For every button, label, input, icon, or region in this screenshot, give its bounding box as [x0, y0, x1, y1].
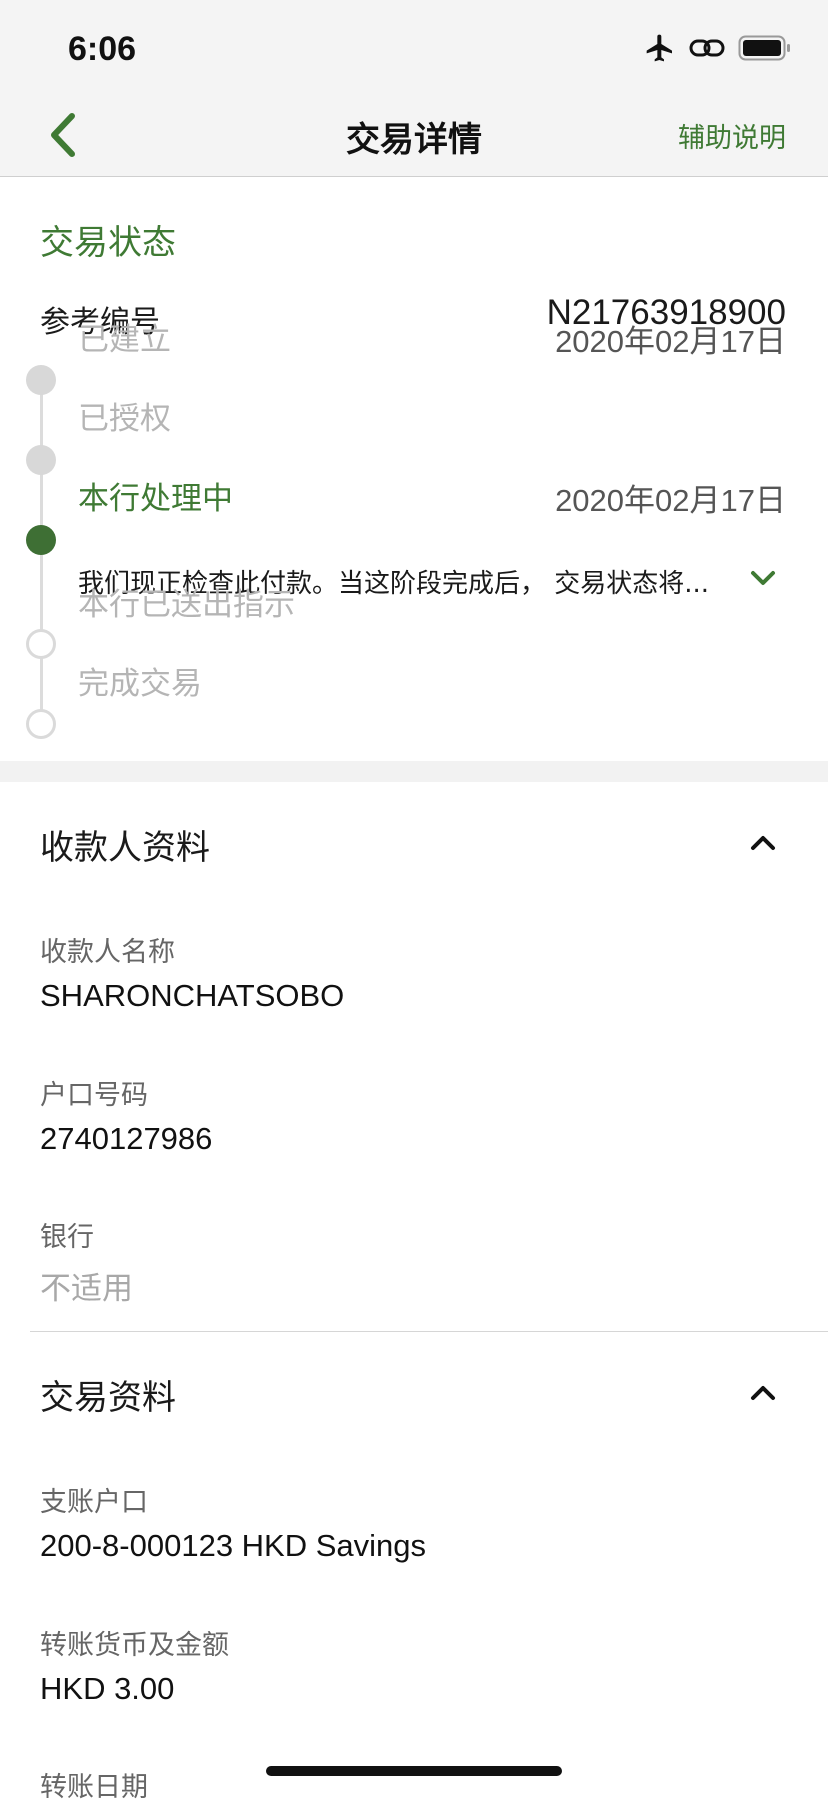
- debit-account-label: 支账户口: [40, 1487, 148, 1518]
- status-bar: 6:06: [0, 0, 828, 96]
- section-heading: 交易状态: [40, 223, 176, 263]
- timeline-dot-authorized: [26, 445, 56, 475]
- divider: [30, 1331, 828, 1332]
- timeline-dot-processing: [26, 525, 56, 555]
- payee-section-heading: 收款人资料: [40, 828, 210, 868]
- transaction-collapse-button[interactable]: [748, 1382, 778, 1404]
- step-date-processing: 2020年02月17日: [555, 483, 786, 518]
- bank-label: 银行: [40, 1222, 94, 1253]
- timeline-dot-sent: [26, 629, 56, 659]
- airplane-icon: [646, 34, 672, 62]
- home-indicator: [266, 1766, 562, 1776]
- step-label-processing: 本行处理中: [78, 481, 233, 517]
- step-label-authorized: 已授权: [78, 401, 171, 437]
- chevron-up-icon: [751, 836, 775, 850]
- timeline-line: [40, 382, 43, 732]
- timeline-dot-created: [26, 365, 56, 395]
- battery-icon: [738, 35, 790, 61]
- transfer-date-label: 转账日期: [40, 1772, 148, 1803]
- payee-collapse-button[interactable]: [748, 832, 778, 854]
- account-number-value: 2740127986: [40, 1121, 213, 1156]
- timeline-dot-completed: [26, 709, 56, 739]
- step-label-completed: 完成交易: [78, 666, 202, 702]
- help-button[interactable]: 辅助说明: [678, 116, 786, 155]
- step-label-created: 已建立: [78, 322, 171, 358]
- status-time: 6:06: [68, 30, 137, 68]
- chevron-up-icon: [751, 1386, 775, 1400]
- chevron-down-icon: [751, 571, 775, 585]
- step-date-created: 2020年02月17日: [555, 324, 786, 359]
- nav-bar: 交易详情 辅助说明: [0, 96, 828, 177]
- currency-amount-label: 转账货币及金额: [40, 1630, 229, 1661]
- transaction-status-section: 交易状态 参考编号 N21763918900 已建立 2020年02月17日 已…: [0, 177, 828, 761]
- debit-account-value: 200-8-000123 HKD Savings: [40, 1528, 427, 1563]
- step-label-sent: 本行已送出指示: [78, 587, 295, 623]
- payee-name-label: 收款人名称: [40, 937, 175, 968]
- link-icon: [689, 39, 725, 57]
- bank-value: 不适用: [40, 1271, 133, 1307]
- currency-amount-value: HKD 3.00: [40, 1671, 175, 1706]
- payee-name-value: SHARONCHATSOBO: [40, 978, 345, 1013]
- expand-description-button[interactable]: [748, 567, 778, 589]
- section-separator: [0, 761, 828, 782]
- account-number-label: 户口号码: [40, 1080, 148, 1111]
- transaction-section-heading: 交易资料: [40, 1378, 176, 1418]
- status-icons: [644, 32, 792, 64]
